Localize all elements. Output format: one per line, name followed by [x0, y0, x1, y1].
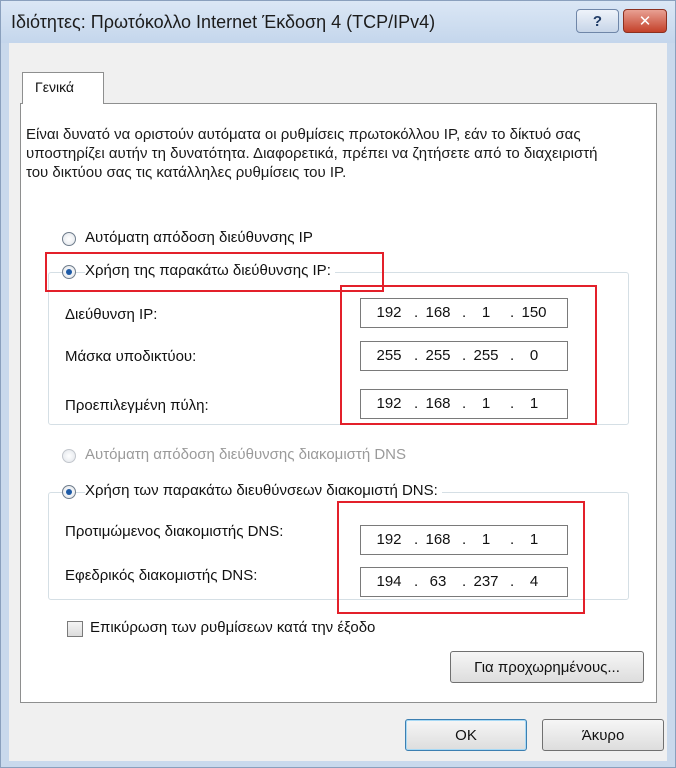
- description-text: Είναι δυνατό να οριστούν αυτόματα οι ρυθ…: [26, 126, 598, 181]
- subnet-mask-label: Μάσκα υποδικτύου:: [65, 348, 197, 365]
- dns-manual-label[interactable]: Χρήση των παρακάτω διευθύνσεων διακομιστ…: [85, 482, 442, 499]
- help-button[interactable]: ?: [576, 9, 619, 33]
- tab-general[interactable]: Γενικά: [22, 72, 104, 104]
- dialog-window: Ιδιότητες: Πρωτόκολλο Internet Έκδοση 4 …: [0, 0, 676, 768]
- alternate-dns-label: Εφεδρικός διακομιστής DNS:: [65, 567, 258, 584]
- highlight-dns-fields: [337, 501, 585, 614]
- ip-auto-radio[interactable]: [62, 232, 76, 246]
- validate-checkbox[interactable]: [67, 621, 83, 637]
- help-icon: ?: [592, 12, 603, 30]
- highlight-ip-manual: [45, 252, 384, 292]
- title-bar[interactable]: Ιδιότητες: Πρωτόκολλο Internet Έκδοση 4 …: [1, 1, 675, 43]
- ok-button[interactable]: OK: [405, 719, 527, 751]
- dns-auto-radio[interactable]: [62, 449, 76, 463]
- close-button[interactable]: ✕: [623, 9, 667, 33]
- cancel-button[interactable]: Άκυρο: [542, 719, 664, 751]
- close-icon: ✕: [638, 13, 652, 30]
- tab-general-label: Γενικά: [35, 79, 74, 95]
- validate-checkbox-label[interactable]: Επικύρωση των ρυθμίσεων κατά την έξοδο: [90, 619, 375, 636]
- window-title: Ιδιότητες: Πρωτόκολλο Internet Έκδοση 4 …: [11, 12, 436, 32]
- gateway-label: Προεπιλεγμένη πύλη:: [65, 397, 209, 414]
- dns-manual-radio[interactable]: [62, 485, 76, 499]
- ip-auto-label[interactable]: Αυτόματη απόδοση διεύθυνσης IP: [85, 229, 313, 246]
- preferred-dns-label: Προτιμώμενος διακομιστής DNS:: [65, 523, 284, 540]
- dns-auto-label[interactable]: Αυτόματη απόδοση διεύθυνσης διακομιστή D…: [85, 446, 406, 463]
- ip-address-label: Διεύθυνση IP:: [65, 306, 158, 323]
- highlight-ip-fields: [340, 285, 597, 425]
- advanced-button[interactable]: Για προχωρημένους...: [450, 651, 644, 683]
